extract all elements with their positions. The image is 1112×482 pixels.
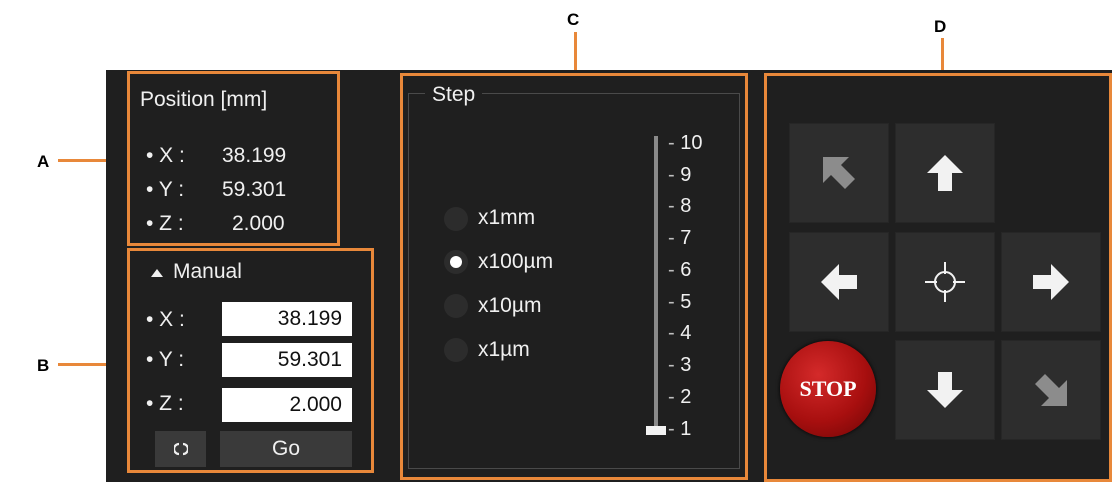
position-x-label: • X : [146, 144, 185, 167]
slider-tick-1: - 1 [668, 418, 692, 440]
slider-tick-7: - 7 [668, 227, 692, 249]
jog-right-button[interactable] [1001, 232, 1101, 332]
jog-left-button[interactable] [789, 232, 889, 332]
slider-tick-4: - 4 [668, 322, 692, 344]
radio-selected-dot [450, 256, 462, 268]
step-radio-x1mm[interactable] [444, 207, 468, 231]
step-option-x1um: x1µm [478, 338, 530, 361]
callout-d: D [934, 17, 947, 36]
step-radio-x1um[interactable] [444, 338, 468, 362]
refresh-icon [173, 442, 188, 456]
callout-d-line [941, 38, 944, 74]
manual-x-label: • X : [146, 308, 185, 331]
position-title: Position [mm] [140, 88, 268, 111]
arrow-up-icon [927, 155, 963, 191]
position-z-label: • Z : [146, 212, 184, 235]
callout-a: A [37, 152, 50, 171]
slider-tick-2: - 2 [668, 386, 692, 408]
crosshair-icon [925, 262, 965, 302]
callout-c: C [567, 10, 580, 29]
position-y-value: 59.301 [222, 178, 287, 201]
step-radio-x100um[interactable] [444, 250, 468, 274]
position-x-value: 38.199 [222, 144, 287, 167]
manual-title: Manual [173, 260, 242, 283]
manual-y-label: • Y : [146, 348, 185, 371]
arrow-right-icon [1033, 264, 1069, 300]
stop-button[interactable]: STOP [780, 341, 876, 437]
manual-z-label: • Z : [146, 392, 184, 415]
jog-down-button[interactable] [895, 340, 995, 440]
arrow-up-left-icon [823, 157, 855, 189]
step-radio-x10um[interactable] [444, 294, 468, 318]
step-option-x1mm: x1mm [478, 206, 536, 229]
manual-z-input[interactable] [222, 388, 352, 422]
slider-track [654, 136, 658, 432]
sync-position-button[interactable] [155, 431, 206, 467]
slider-tick-3: - 3 [668, 354, 692, 376]
callout-b: B [37, 356, 50, 375]
go-button[interactable]: Go [220, 431, 352, 467]
jog-up-button[interactable] [895, 123, 995, 223]
callout-c-line [574, 32, 577, 74]
position-y-label: • Y : [146, 178, 185, 201]
arrow-down-icon [927, 372, 963, 408]
triangle-up-icon [151, 269, 163, 277]
slider-tick-5: - 5 [668, 291, 692, 313]
slider-tick-9: - 9 [668, 164, 692, 186]
manual-collapse-toggle[interactable]: Manual [150, 258, 270, 288]
jog-down-right-button[interactable] [1001, 340, 1101, 440]
step-option-x100um: x100µm [478, 250, 554, 273]
arrow-left-icon [821, 264, 857, 300]
step-title: Step [425, 83, 483, 107]
slider-thumb[interactable] [646, 426, 666, 435]
slider-tick-8: - 8 [668, 195, 692, 217]
arrow-down-right-icon [1035, 374, 1067, 406]
slider-tick-6: - 6 [668, 259, 692, 281]
slider-tick-10: - 10 [668, 132, 703, 154]
step-option-x10um: x10µm [478, 294, 542, 317]
manual-y-input[interactable] [222, 343, 352, 377]
manual-x-input[interactable] [222, 302, 352, 336]
jog-home-button[interactable] [895, 232, 995, 332]
position-z-value: 2.000 [232, 212, 285, 235]
jog-up-left-button[interactable] [789, 123, 889, 223]
